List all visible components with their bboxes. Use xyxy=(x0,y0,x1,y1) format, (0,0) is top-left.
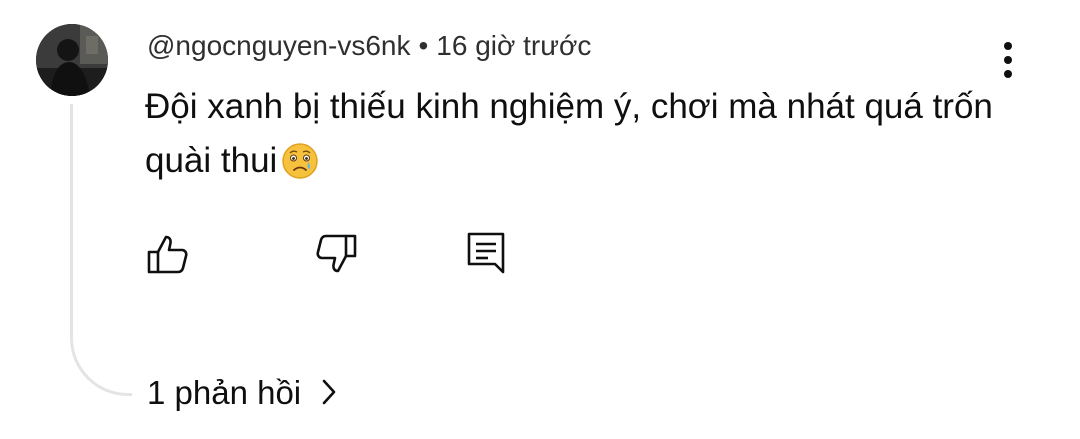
more-vertical-icon[interactable] xyxy=(992,38,1024,82)
comment-meta: @ngocnguyen-vs6nk • 16 giờ trước xyxy=(147,30,591,62)
comment-reply-icon xyxy=(467,232,505,274)
view-replies-button[interactable]: 1 phản hồi xyxy=(147,374,337,414)
dislike-button[interactable] xyxy=(312,230,360,278)
thumb-down-icon xyxy=(316,234,357,273)
author-handle[interactable]: @ngocnguyen-vs6nk xyxy=(147,30,410,61)
like-button[interactable] xyxy=(144,230,192,278)
comment-text: Đội xanh bị thiếu kinh nghiệm ý, chơi mà… xyxy=(145,87,993,180)
crying-face-emoji xyxy=(281,142,319,196)
meta-separator: • xyxy=(418,30,429,61)
chevron-right-icon xyxy=(321,376,337,414)
avatar[interactable] xyxy=(36,24,108,96)
comment-card: @ngocnguyen-vs6nk • 16 giờ trước Đội xanh … xyxy=(0,0,1080,439)
thumb-up-icon xyxy=(147,235,188,274)
comment-timestamp: 16 giờ trước xyxy=(436,30,592,61)
avatar-image xyxy=(36,24,108,96)
reply-thread-line xyxy=(70,104,132,396)
comment-text-block: Đội xanh bị thiếu kinh nghiệm ý, chơi mà… xyxy=(145,80,995,196)
reply-button[interactable] xyxy=(462,230,510,278)
replies-label: 1 phản hồi xyxy=(147,374,302,411)
